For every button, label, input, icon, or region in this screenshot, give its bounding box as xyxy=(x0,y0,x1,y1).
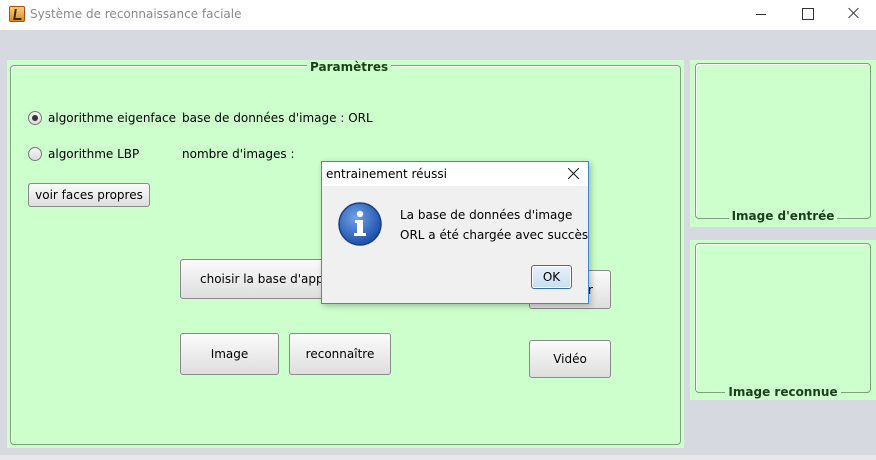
eigenface-radio-label[interactable]: algorithme eigenface xyxy=(48,111,176,125)
input-image-caption: Image d'entrée xyxy=(728,209,838,223)
video-button[interactable]: Vidéo xyxy=(529,340,611,378)
java-app-icon xyxy=(9,6,25,22)
window-title: Système de reconnaissance faciale xyxy=(30,7,242,21)
lbp-radio[interactable] xyxy=(28,147,42,161)
eigenface-radio[interactable] xyxy=(28,111,42,125)
choose-training-base-label: choisir la base d'appre xyxy=(200,272,330,286)
image-button[interactable]: Image xyxy=(180,333,279,375)
lbp-radio-label[interactable]: algorithme LBP xyxy=(48,147,139,161)
training-success-dialog: entrainement réussi La base de données d… xyxy=(321,161,589,304)
view-eigenfaces-button[interactable]: voir faces propres xyxy=(28,183,150,207)
recognize-button-label: reconnaître xyxy=(305,347,375,361)
video-button-label: Vidéo xyxy=(553,352,587,366)
close-icon[interactable] xyxy=(830,2,876,26)
database-label: base de données d'image : ORL xyxy=(182,111,373,125)
dialog-title-bar: entrainement réussi xyxy=(322,162,588,186)
view-eigenfaces-button-label: voir faces propres xyxy=(35,188,143,202)
maximize-icon[interactable] xyxy=(784,2,830,26)
input-image-panel-border xyxy=(695,63,871,219)
input-image-panel: Image d'entrée xyxy=(690,60,876,227)
recognize-button[interactable]: reconnaître xyxy=(289,333,391,375)
input-image-caption-wrap: Image d'entrée xyxy=(690,209,876,223)
ok-button[interactable]: OK xyxy=(531,265,572,289)
dialog-title: entrainement réussi xyxy=(326,167,447,181)
dialog-close-icon[interactable] xyxy=(566,166,582,182)
minimize-icon[interactable] xyxy=(738,2,784,26)
recognized-image-panel: Image reconnue xyxy=(690,240,876,400)
dialog-message-line2: ORL a été chargée avec succès xyxy=(400,228,589,242)
train-button-label: r xyxy=(588,282,593,297)
info-icon xyxy=(338,202,382,246)
dialog-message-line1: La base de données d'image xyxy=(400,208,573,222)
image-count-label: nombre d'images : xyxy=(182,147,295,161)
recognized-image-caption-wrap: Image reconnue xyxy=(690,385,876,399)
parameters-panel-title: Paramètres xyxy=(307,60,392,74)
title-bar: Système de reconnaissance faciale xyxy=(0,0,876,30)
bottom-edge xyxy=(0,455,876,460)
recognized-image-panel-border xyxy=(695,243,871,393)
recognized-image-caption: Image reconnue xyxy=(725,385,841,399)
image-button-label: Image xyxy=(210,347,249,361)
choose-training-base-button[interactable]: choisir la base d'appre xyxy=(180,259,330,299)
